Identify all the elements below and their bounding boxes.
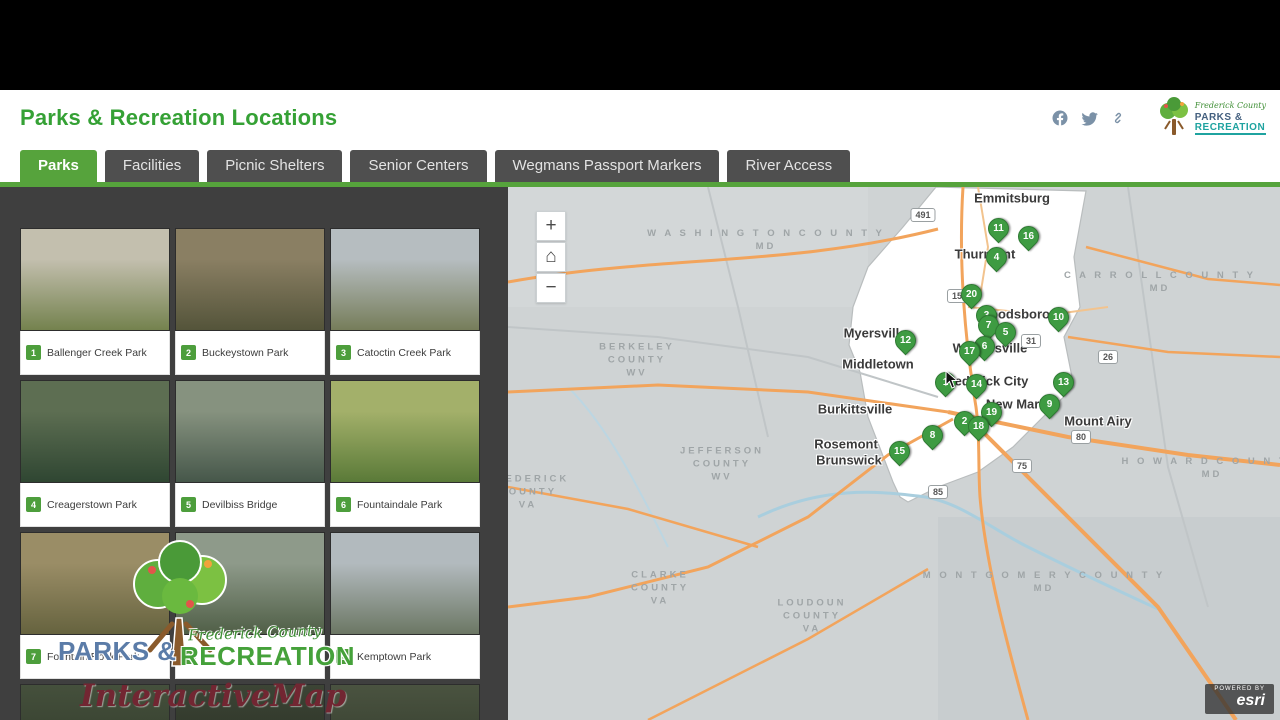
marker-number: 16: [1022, 231, 1035, 242]
park-label-row: 2 Buckeystown Park: [175, 331, 325, 375]
park-photo: [20, 228, 170, 331]
page-header: Parks & Recreation Locations Frederick C…: [0, 90, 1280, 146]
park-card-grid: 1 Ballenger Creek Park 2 Buckeystown Park 3 C…: [20, 228, 482, 720]
marker-number: 17: [963, 346, 976, 357]
park-name: Creagerstown Park: [47, 498, 137, 511]
park-card-8[interactable]: 8: [175, 532, 325, 679]
marker-number: 11: [993, 223, 1004, 234]
park-name: Devilbiss Bridge: [202, 498, 278, 511]
marker-number: 13: [1057, 377, 1070, 388]
park-name: Ballenger Creek Park: [47, 346, 147, 359]
park-photo: [330, 228, 480, 331]
park-card-partial-1[interactable]: [20, 684, 170, 720]
logo-line2: RECREATION: [1194, 122, 1266, 135]
park-label-row: 9 Kemptown Park: [330, 635, 480, 679]
park-name: Kemptown Park: [357, 650, 432, 663]
card-number-badge: 7: [26, 649, 41, 664]
marker-number: 5: [1002, 327, 1009, 338]
tab-facilities[interactable]: Facilities: [104, 150, 200, 182]
letterbox-top: [0, 0, 1280, 90]
park-name: Fountain Rock Park: [47, 650, 140, 663]
content-area: 1 Ballenger Creek Park 2 Buckeystown Park 3 C…: [0, 187, 1280, 720]
park-name: Catoctin Creek Park: [357, 346, 451, 359]
park-photo: [175, 684, 325, 720]
esri-logo: esri: [1236, 692, 1265, 709]
map-canvas[interactable]: W A S H I N G T O N C O U N T Y MD C A R R…: [508, 187, 1280, 720]
tab-bar: Parks Facilities Picnic Shelters Senior Cen…: [0, 146, 1280, 187]
park-photo: [330, 684, 480, 720]
park-name: Buckeystown Park: [202, 346, 289, 359]
park-card-1[interactable]: 1 Ballenger Creek Park: [20, 228, 170, 375]
park-label-row: 5 Devilbiss Bridge: [175, 483, 325, 527]
card-number-badge: 5: [181, 497, 196, 512]
card-number-badge: 6: [336, 497, 351, 512]
park-label-row: 7 Fountain Rock Park: [20, 635, 170, 679]
park-card-partial-3[interactable]: [330, 684, 480, 720]
header-right: Frederick County PARKS & RECREATION: [1051, 97, 1266, 139]
park-list-panel: 1 Ballenger Creek Park 2 Buckeystown Park 3 C…: [0, 187, 508, 720]
park-photo: [330, 532, 480, 635]
park-photo: [20, 380, 170, 483]
tab-parks[interactable]: Parks: [20, 150, 97, 182]
tab-wegmans-passport-markers[interactable]: Wegmans Passport Markers: [494, 150, 720, 182]
tab-river-access[interactable]: River Access: [727, 150, 851, 182]
park-card-5[interactable]: 5 Devilbiss Bridge: [175, 380, 325, 527]
home-extent-button[interactable]: ⌂: [536, 242, 566, 272]
logo-text: Frederick County PARKS & RECREATION: [1194, 101, 1266, 135]
logo-tree-icon: [1157, 97, 1191, 139]
card-number-badge: 1: [26, 345, 41, 360]
card-number-badge: 9: [336, 649, 351, 664]
tab-picnic-shelters[interactable]: Picnic Shelters: [207, 150, 343, 182]
logo-script: Frederick County: [1194, 101, 1266, 110]
park-photo: [20, 532, 170, 635]
park-card-9[interactable]: 9 Kemptown Park: [330, 532, 480, 679]
park-card-4[interactable]: 4 Creagerstown Park: [20, 380, 170, 527]
card-number-badge: 8: [181, 649, 196, 664]
park-card-7[interactable]: 7 Fountain Rock Park: [20, 532, 170, 679]
map-controls: + ⌂ −: [536, 211, 566, 303]
page-title: Parks & Recreation Locations: [20, 105, 338, 130]
share-link-icon[interactable]: [1109, 109, 1127, 127]
park-card-3[interactable]: 3 Catoctin Creek Park: [330, 228, 480, 375]
twitter-icon[interactable]: [1080, 109, 1098, 127]
app-window: Parks & Recreation Locations Frederick C…: [0, 0, 1280, 720]
park-photo: [175, 228, 325, 331]
marker-number: 14: [970, 379, 983, 390]
zoom-in-button[interactable]: +: [536, 211, 566, 241]
marker-number: 1: [942, 377, 949, 388]
park-label-row: 6 Fountaindale Park: [330, 483, 480, 527]
park-card-6[interactable]: 6 Fountaindale Park: [330, 380, 480, 527]
park-label-row: 8: [175, 635, 325, 679]
social-icons: [1051, 109, 1127, 127]
park-photo: [175, 380, 325, 483]
card-number-badge: 4: [26, 497, 41, 512]
marker-number: 20: [965, 289, 978, 300]
marker-number: 12: [899, 335, 912, 346]
marker-number: 18: [972, 421, 985, 432]
marker-number: 10: [1052, 312, 1065, 323]
park-name: Fountaindale Park: [357, 498, 443, 511]
park-photo: [20, 684, 170, 720]
marker-number: 15: [893, 446, 906, 457]
tab-senior-centers[interactable]: Senior Centers: [350, 150, 487, 182]
esri-attribution: POWERED BY esri: [1205, 684, 1274, 714]
zoom-out-button[interactable]: −: [536, 273, 566, 303]
facebook-icon[interactable]: [1051, 109, 1069, 127]
park-label-row: 4 Creagerstown Park: [20, 483, 170, 527]
card-number-badge: 2: [181, 345, 196, 360]
park-card-partial-2[interactable]: [175, 684, 325, 720]
parks-recreation-logo: Frederick County PARKS & RECREATION: [1157, 97, 1266, 139]
marker-number: 8: [929, 430, 936, 441]
park-label-row: 3 Catoctin Creek Park: [330, 331, 480, 375]
marker-number: 4: [993, 252, 1000, 263]
park-card-2[interactable]: 2 Buckeystown Park: [175, 228, 325, 375]
park-photo: [175, 532, 325, 635]
card-number-badge: 3: [336, 345, 351, 360]
park-label-row: 1 Ballenger Creek Park: [20, 331, 170, 375]
marker-number: 9: [1046, 399, 1053, 410]
park-photo: [330, 380, 480, 483]
